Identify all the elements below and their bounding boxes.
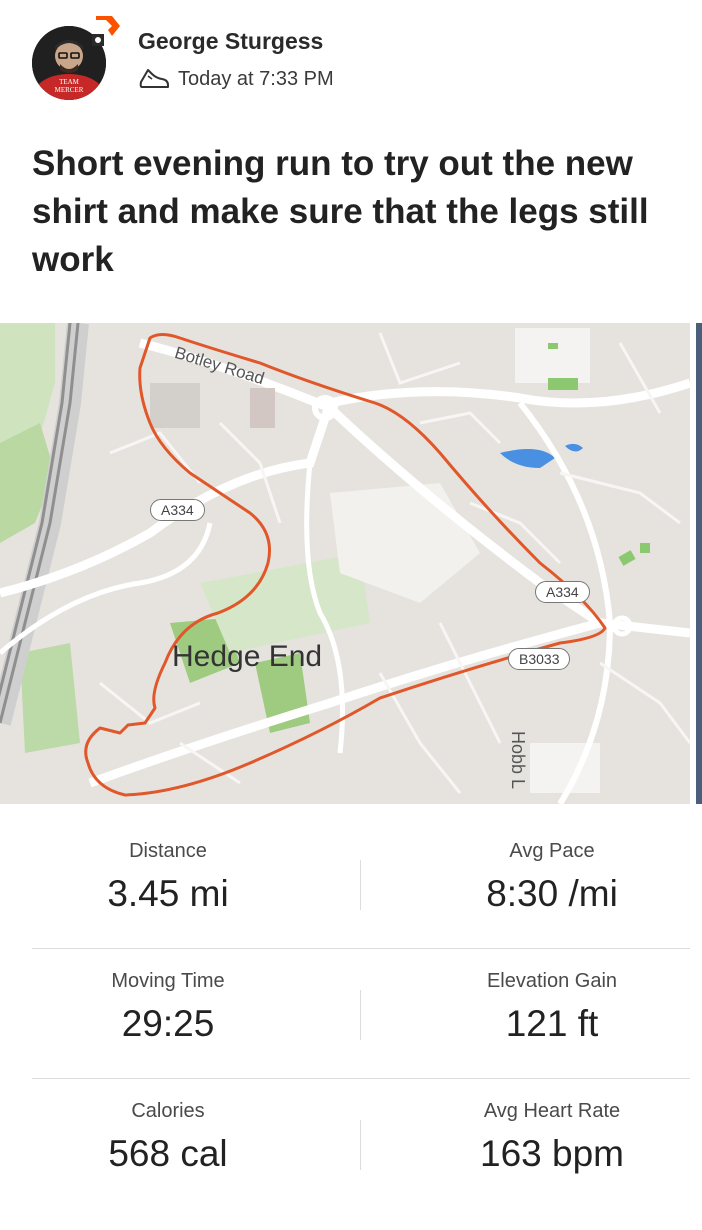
stats-row: Moving Time 29:25 Elevation Gain 121 ft [0, 970, 702, 1100]
row-divider [32, 948, 690, 949]
stat-moving-time: Moving Time 29:25 [8, 970, 328, 1045]
stats-row: Calories 568 cal Avg Heart Rate 163 bpm [0, 1100, 702, 1230]
stat-elevation-gain: Elevation Gain 121 ft [392, 970, 702, 1045]
road-shield-a334-right: A334 [535, 581, 590, 603]
post-timestamp: Today at 7:33 PM [178, 67, 334, 90]
stat-label: Elevation Gain [486, 970, 618, 992]
stat-label: Avg Heart Rate [483, 1100, 621, 1122]
post-meta: Today at 7:33 PM [138, 66, 334, 92]
stat-distance: Distance 3.45 mi [8, 840, 328, 915]
map-carousel-edge[interactable] [696, 323, 702, 804]
stat-label: Avg Pace [509, 840, 595, 862]
stat-value: 8:30 /mi [486, 873, 618, 914]
activity-title[interactable]: Short evening run to try out the new shi… [32, 140, 682, 284]
road-shield-b3033: B3033 [508, 648, 571, 670]
stat-label: Distance [129, 840, 207, 862]
stat-divider [360, 860, 361, 910]
town-label: Hedge End [172, 640, 323, 673]
stat-value: 121 ft [505, 1003, 599, 1044]
stat-value: 29:25 [121, 1003, 215, 1044]
stat-divider [360, 1120, 361, 1170]
road-shield-a334-left: A334 [150, 499, 205, 521]
stat-divider [360, 990, 361, 1040]
avatar[interactable]: TEAM MERCER [32, 16, 120, 104]
stat-avg-pace: Avg Pace 8:30 /mi [392, 840, 702, 915]
stat-label: Moving Time [111, 970, 225, 992]
map-canvas [0, 323, 690, 804]
avatar-shirt-text: TEAM MERCER [54, 78, 84, 94]
stat-value: 3.45 mi [107, 873, 229, 914]
stat-value: 568 cal [108, 1133, 228, 1174]
road-label-hobb: Hobb L [508, 731, 528, 790]
post-header: TEAM MERCER George Sturgess Today at 7:3… [0, 0, 702, 120]
stat-avg-heart-rate: Avg Heart Rate 163 bpm [392, 1100, 702, 1175]
stat-label: Calories [131, 1100, 205, 1122]
shoe-icon [139, 69, 169, 88]
stat-value: 163 bpm [480, 1133, 624, 1174]
row-divider [32, 1078, 690, 1079]
author-name[interactable]: George Sturgess [138, 28, 323, 55]
stats-row: Distance 3.45 mi Avg Pace 8:30 /mi [0, 840, 702, 970]
stat-calories: Calories 568 cal [8, 1100, 328, 1175]
premium-badge-icon [92, 16, 120, 46]
route-map[interactable]: Botley Road A334 A334 B3033 Hobb L [0, 323, 690, 804]
